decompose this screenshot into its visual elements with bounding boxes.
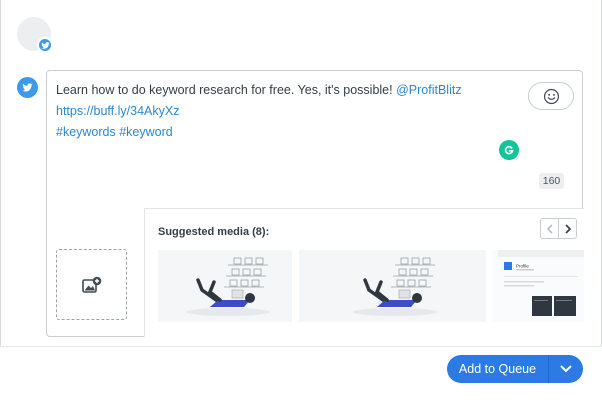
post-text-line-1: Learn how to do keyword research for fre… [56, 80, 516, 101]
smiley-icon [543, 88, 559, 104]
media-illustration [158, 250, 292, 322]
media-illustration [299, 250, 486, 322]
thumbnail-profile-text: Profile [516, 264, 529, 269]
prev-media-button[interactable] [540, 218, 559, 239]
emoji-button[interactable] [528, 82, 574, 110]
media-thumbnail[interactable] [158, 250, 292, 322]
profile-avatar[interactable] [17, 17, 53, 53]
mention-link[interactable]: @ProfitBlitz [396, 83, 461, 97]
add-to-queue-button[interactable]: Add to Queue [447, 355, 548, 383]
suggested-media-title: Suggested media (8): [158, 226, 270, 238]
twitter-icon [37, 37, 53, 53]
chevron-down-icon [560, 365, 572, 373]
media-thumbnail[interactable] [299, 250, 486, 322]
add-media-button[interactable] [56, 249, 127, 320]
add-to-queue-group: Add to Queue [447, 355, 583, 383]
short-url-link[interactable]: https://buff.ly/34AkyXz [56, 101, 516, 122]
chevron-left-icon [546, 223, 553, 234]
post-composer[interactable]: Learn how to do keyword research for fre… [46, 70, 584, 337]
post-text-body: Learn how to do keyword research for fre… [56, 83, 393, 97]
character-count: 160 [539, 173, 564, 189]
twitter-network-icon [17, 77, 38, 98]
chevron-right-icon [564, 223, 571, 234]
next-media-button[interactable] [558, 218, 577, 239]
media-screenshot: Profile [492, 250, 584, 322]
add-image-icon [81, 276, 101, 293]
grammarly-icon[interactable] [499, 140, 519, 160]
post-text-area[interactable]: Learn how to do keyword research for fre… [56, 80, 516, 143]
queue-options-dropdown[interactable] [549, 355, 583, 383]
hashtags[interactable]: #keywords #keyword [56, 122, 516, 143]
suggested-media-panel: Suggested media (8): Profile [144, 208, 584, 337]
media-thumbnail[interactable]: Profile [492, 250, 584, 322]
